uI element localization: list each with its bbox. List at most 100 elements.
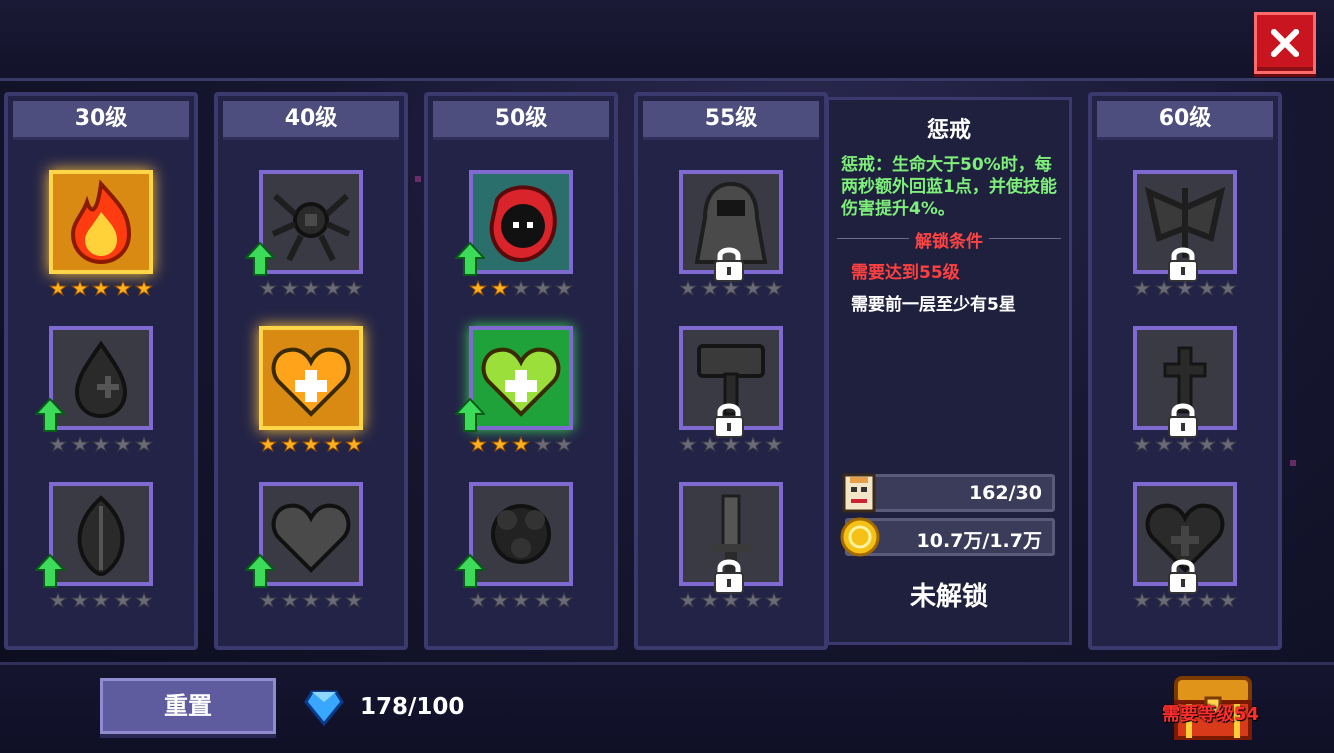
orb-icon [491,504,551,564]
star-icon [700,436,719,452]
chest-requirement: 需要等级54 [1162,704,1260,725]
locked-status: 未解锁 [909,582,988,612]
star-icon [700,280,719,296]
star-icon [679,592,697,608]
star-icon [280,436,299,452]
upgrade-arrow-icon [35,398,65,432]
star-icon [555,436,573,452]
star-icon [1176,436,1194,452]
star-icon [469,592,487,608]
star-icon [1133,280,1151,296]
star-rating [49,592,153,608]
star-icon [533,280,552,296]
close-button[interactable] [1254,12,1316,74]
upgrade-arrow-icon [245,242,275,276]
upgrade-arrow-icon [455,242,485,276]
heart-plus-icon [481,347,561,417]
star-rating [49,280,153,296]
star-icon [1197,436,1216,452]
star-icon [345,280,363,296]
star-icon [469,436,487,452]
star-icon [512,436,530,452]
star-icon [512,280,530,296]
star-icon [323,592,342,608]
scroll-icon [842,473,876,513]
star-rating [259,280,363,296]
top-bar [0,0,1334,81]
bg-sparkle [1290,460,1296,466]
star-icon [259,280,277,296]
star-rating [1133,280,1237,296]
star-icon [533,592,552,608]
upgrade-arrow-icon [455,554,485,588]
heart-plus-icon [271,347,351,417]
star-icon [743,280,762,296]
star-icon [512,592,530,608]
unlock-conditions-header: 解锁条件 [829,227,1069,252]
drop-icon [74,340,128,419]
star-icon [743,436,762,452]
tier-column-40: 40级 [214,92,408,650]
close-icon [1271,29,1299,57]
requirement-stars: 需要前一层至少有5星 [851,295,1016,315]
star-icon [323,280,342,296]
upgrade-arrow-icon [245,554,275,588]
leaf-icon [77,495,125,577]
spider-icon [271,193,351,262]
star-icon [135,436,153,452]
lock-icon [1168,559,1198,594]
star-icon [555,592,573,608]
diamond-icon [304,690,344,726]
tier-column-55: 55级 [634,92,828,650]
star-icon [1154,436,1173,452]
hooded-face-icon [489,185,557,263]
star-icon [70,592,89,608]
star-icon [49,280,67,296]
tier-header: 60级 [1097,101,1273,140]
star-icon [1133,592,1151,608]
star-icon [1133,436,1151,452]
reset-button[interactable]: 重置 [100,678,276,734]
star-icon [345,436,363,452]
unlock-conditions-label: 解锁条件 [909,232,989,252]
tier-column-30: 30级 [4,92,198,650]
star-rating [1133,436,1237,452]
tier-column-50: 50级 [424,92,618,650]
star-icon [1219,436,1237,452]
star-icon [765,280,783,296]
star-icon [490,592,509,608]
star-rating [259,436,363,452]
star-icon [743,592,762,608]
scroll-cost-bar: 162/30 [842,473,1055,513]
star-icon [469,280,487,296]
star-icon [113,280,132,296]
star-icon [49,436,67,452]
star-icon [280,592,299,608]
lock-icon [714,247,744,282]
star-rating [49,436,153,452]
scroll-cost-value: 162/30 [968,482,1042,504]
star-rating [1133,592,1237,608]
flame-icon [70,179,132,265]
star-icon [555,280,573,296]
star-icon [1154,280,1173,296]
tier-column-60: 60级 [1088,92,1282,650]
star-icon [490,436,509,452]
heart-icon [271,503,351,573]
bg-sparkle [415,176,421,182]
skill-detail-panel: 惩戒 惩戒：生命大于50%时，每两秒额外回蓝1点，并使技能伤害提升4%。 解锁条… [826,97,1072,645]
tier-header: 55级 [643,101,819,140]
star-icon [302,592,320,608]
star-rating [679,280,783,296]
star-icon [259,436,277,452]
star-icon [113,436,132,452]
star-icon [722,592,740,608]
gem-count: 178/100 [360,694,465,720]
star-icon [1219,280,1237,296]
star-icon [323,436,342,452]
star-icon [1154,592,1173,608]
upgrade-arrow-icon [35,554,65,588]
star-icon [1197,280,1216,296]
star-icon [1176,592,1194,608]
star-rating [679,436,783,452]
